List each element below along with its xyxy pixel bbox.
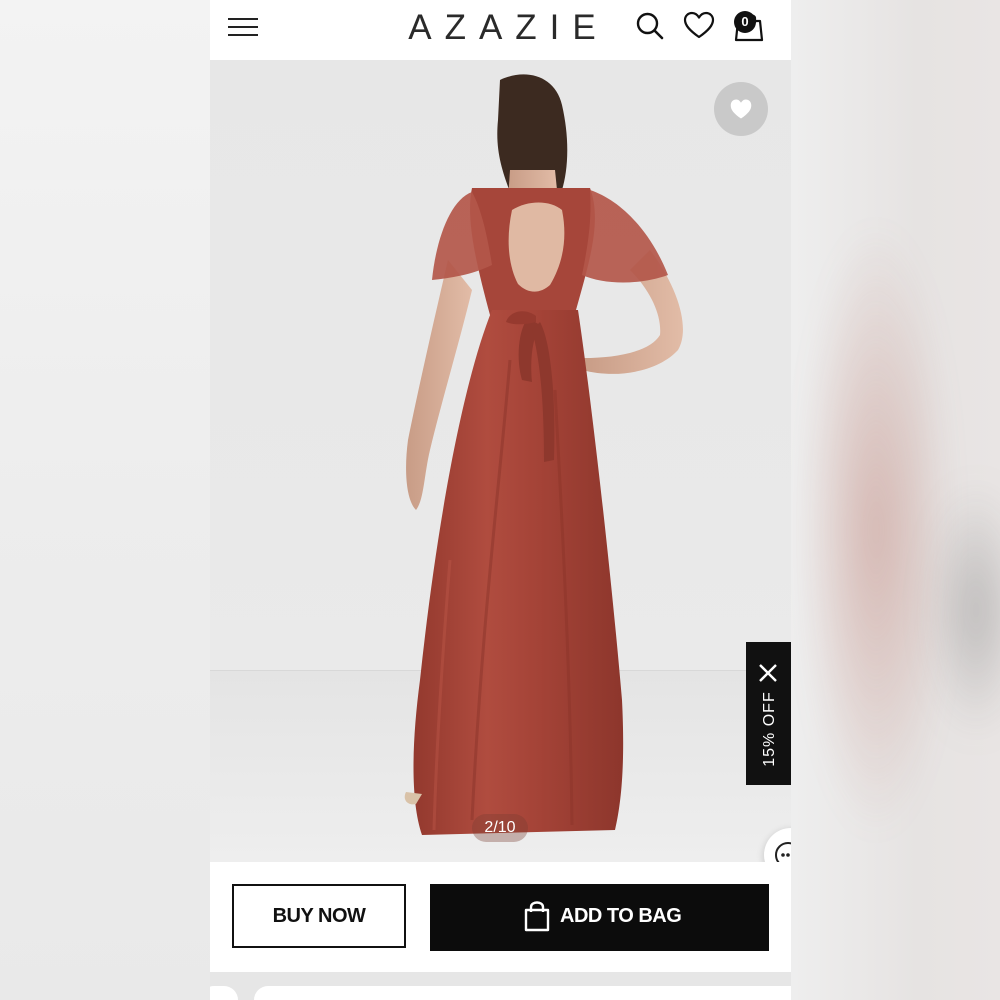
discount-promo-tab[interactable]: 15% OFF: [746, 642, 791, 785]
promo-label: 15% OFF: [761, 691, 778, 767]
add-to-bag-button[interactable]: ADD TO BAG: [430, 884, 769, 951]
buy-now-button[interactable]: BUY NOW: [232, 884, 406, 948]
shopping-bag-icon: [524, 901, 550, 932]
favorite-button[interactable]: [714, 82, 768, 136]
heart-icon[interactable]: [683, 10, 715, 42]
chat-bubble-icon: [775, 842, 791, 862]
model-photo: [404, 74, 683, 835]
top-header: AZAZIE 0: [210, 0, 791, 60]
left-backdrop: [0, 0, 210, 1000]
bag-count-badge: 0: [734, 11, 756, 33]
heart-filled-icon: [730, 99, 752, 119]
next-section: [210, 972, 791, 1000]
image-counter: 2/10: [472, 814, 528, 842]
search-icon[interactable]: [634, 10, 666, 42]
mobile-page: AZAZIE 0 15% OFF 2/10 BUY NOW ADD TO BAG: [210, 0, 791, 1000]
purchase-actions: BUY NOW ADD TO BAG: [210, 862, 791, 972]
product-image[interactable]: 15% OFF 2/10: [210, 60, 791, 862]
add-to-bag-label: ADD TO BAG: [560, 905, 682, 927]
right-backdrop: [791, 0, 1000, 1000]
